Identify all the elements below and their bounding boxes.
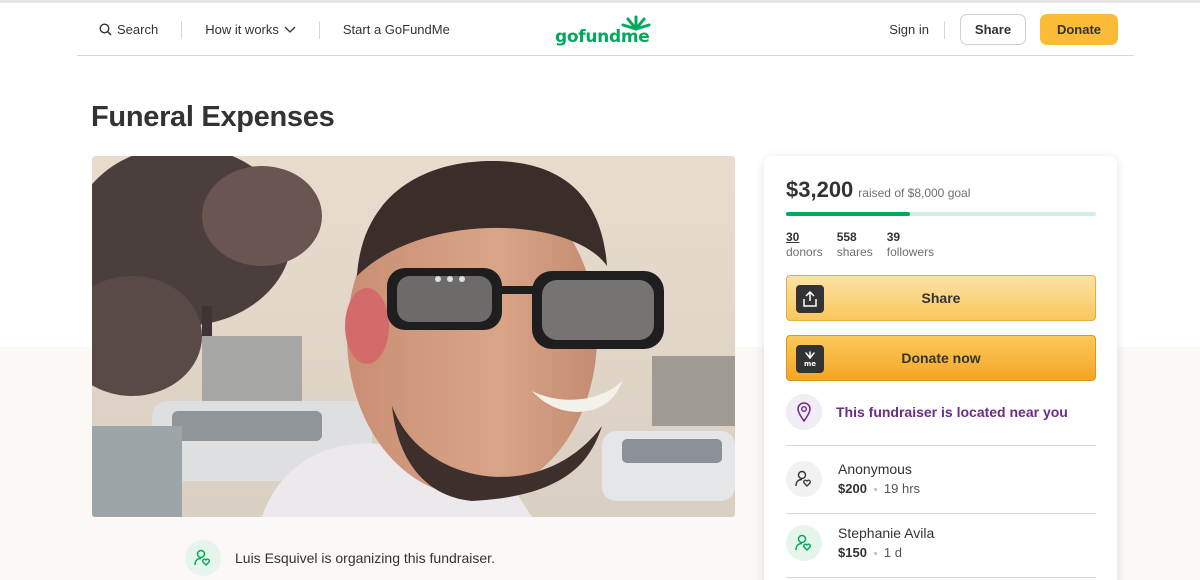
divider <box>786 445 1096 446</box>
stat-donors[interactable]: 30 donors <box>786 230 823 260</box>
donor-info: Stephanie Avila $150 1 d <box>838 523 934 563</box>
progress-bar <box>786 212 1096 216</box>
page-title: Funeral Expenses <box>91 101 335 133</box>
donor-amount: $200 <box>838 481 867 496</box>
svg-text:me: me <box>804 360 816 367</box>
chevron-down-icon <box>284 26 296 34</box>
stat-shares-label: shares <box>836 245 873 259</box>
separator-dot <box>873 551 877 555</box>
person-heart-icon <box>185 540 221 576</box>
nav-right: Sign in Share Donate <box>889 3 1118 56</box>
separator-dot <box>873 487 877 491</box>
organizer-row: Luis Esquivel is organizing this fundrai… <box>185 540 495 576</box>
stats-row: 30 donors 558 shares 39 followers <box>786 230 934 260</box>
stat-donors-label: donors <box>786 245 823 259</box>
goal-text: raised of $8,000 goal <box>858 186 971 200</box>
share-upload-icon <box>796 285 824 313</box>
raised-summary: $3,200 raised of $8,000 goal <box>786 177 970 203</box>
donor-time: 19 hrs <box>883 481 921 496</box>
site-header: Search How it works Start a GoFundMe gof… <box>77 3 1134 56</box>
header-donate-button[interactable]: Donate <box>1040 14 1118 45</box>
stat-followers: 39 followers <box>887 230 934 260</box>
donate-now-label: Donate now <box>901 350 981 366</box>
stat-shares-value: 558 <box>836 230 857 244</box>
share-button[interactable]: Share <box>786 275 1096 321</box>
donor-info: Anonymous $200 19 hrs <box>838 459 920 499</box>
location-pin-icon <box>786 394 822 430</box>
nav-start-gofundme[interactable]: Start a GoFundMe <box>343 22 450 37</box>
gofundme-me-icon: me <box>796 345 824 373</box>
person-heart-icon <box>786 461 822 497</box>
donor-item: Stephanie Avila $150 1 d <box>786 523 934 563</box>
donor-name: Anonymous <box>838 461 912 477</box>
stat-followers-label: followers <box>886 245 935 259</box>
nav-search-label: Search <box>117 22 159 37</box>
donor-name: Stephanie Avila <box>838 525 935 541</box>
stat-donors-value: 30 <box>786 230 800 244</box>
campaign-photo[interactable] <box>92 156 735 517</box>
nearby-text: This fundraiser is located near you <box>836 404 1068 420</box>
nav-search[interactable]: Search <box>99 22 158 37</box>
stat-shares: 558 shares <box>837 230 873 260</box>
share-button-label: Share <box>921 290 961 306</box>
gofundme-logo[interactable]: gofundme <box>555 15 655 47</box>
sprout-icon <box>621 15 651 31</box>
nav-start-label: Start a GoFundMe <box>342 22 450 37</box>
progress-fill <box>786 212 910 216</box>
search-icon <box>99 23 112 36</box>
nav-divider <box>181 20 183 39</box>
donor-time: 1 d <box>883 545 902 560</box>
donate-now-button[interactable]: me Donate now <box>786 335 1096 381</box>
donor-meta: $200 19 hrs <box>838 479 920 499</box>
header-share-button[interactable]: Share <box>960 14 1026 45</box>
divider <box>786 513 1096 514</box>
donor-meta: $150 1 d <box>838 543 934 563</box>
person-heart-icon <box>786 525 822 561</box>
nav-divider <box>944 20 945 39</box>
nearby-notice: This fundraiser is located near you <box>786 394 1068 430</box>
organizer-text: Luis Esquivel is organizing this fundrai… <box>235 550 495 566</box>
donor-item: Anonymous $200 19 hrs <box>786 459 920 499</box>
nav-divider <box>318 20 320 39</box>
nav-how-it-works[interactable]: How it works <box>205 22 296 37</box>
donation-card: $3,200 raised of $8,000 goal 30 donors 5… <box>764 156 1117 580</box>
raised-amount: $3,200 <box>786 177 854 202</box>
sign-in-link[interactable]: Sign in <box>889 22 929 37</box>
stat-followers-value: 39 <box>886 230 901 244</box>
divider <box>786 577 1096 578</box>
donor-amount: $150 <box>838 545 867 560</box>
nav-how-it-works-label: How it works <box>205 22 279 37</box>
nav-left: Search How it works Start a GoFundMe <box>99 3 450 56</box>
